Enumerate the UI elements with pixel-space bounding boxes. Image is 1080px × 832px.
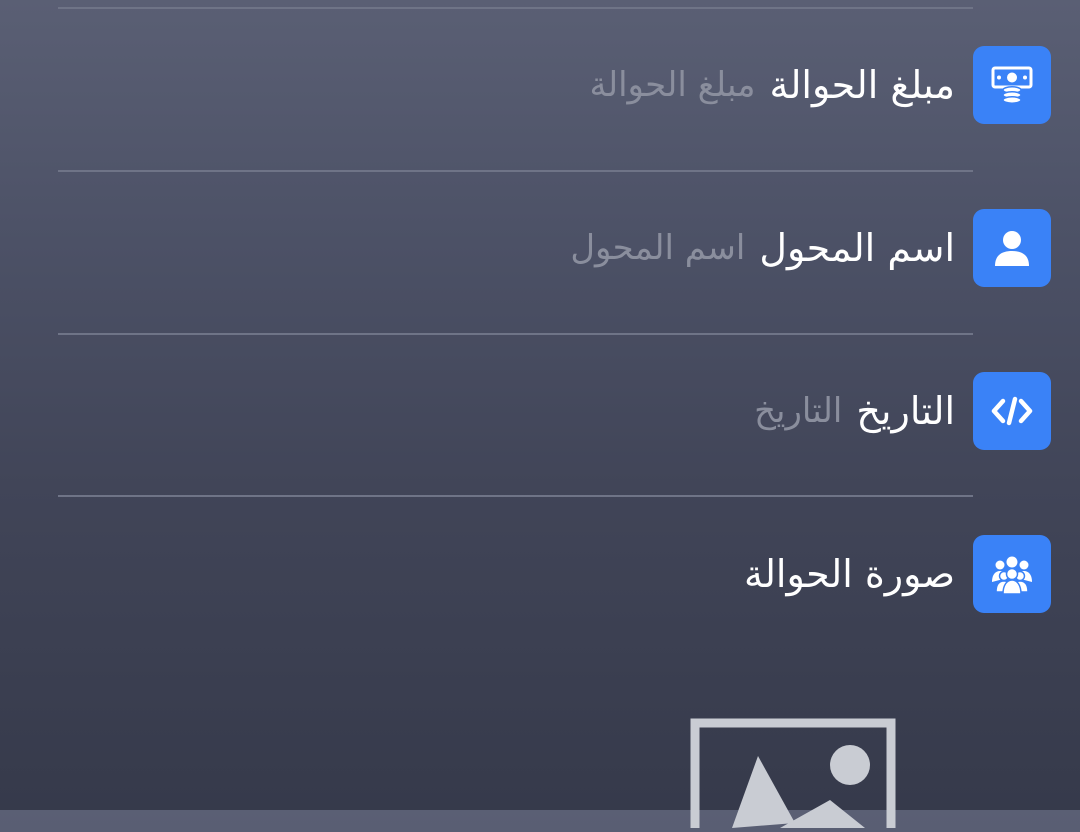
transfer-amount-input[interactable] xyxy=(540,55,756,115)
code-icon xyxy=(973,372,1051,450)
user-icon xyxy=(973,209,1051,287)
image-icon xyxy=(690,718,896,832)
sender-name-field: اسم المحول xyxy=(530,209,955,287)
transfer-amount-row: مبلغ الحوالة xyxy=(58,46,1051,126)
transfer-image-row: صورة الحوالة xyxy=(58,535,1051,615)
date-input[interactable] xyxy=(627,381,843,441)
date-row: التاريخ xyxy=(58,372,1051,452)
sender-name-input[interactable] xyxy=(530,218,746,278)
transfer-image-label: صورة الحوالة xyxy=(743,552,955,596)
divider xyxy=(58,495,973,497)
divider xyxy=(58,333,973,335)
image-upload-button[interactable] xyxy=(690,718,896,832)
date-label: التاريخ xyxy=(856,389,955,433)
money-icon xyxy=(973,46,1051,124)
transfer-amount-label: مبلغ الحوالة xyxy=(769,63,955,107)
date-field: التاريخ xyxy=(627,372,955,450)
sender-name-label: اسم المحول xyxy=(759,226,955,270)
group-icon xyxy=(973,535,1051,613)
transfer-image-field: صورة الحوالة xyxy=(744,535,955,613)
divider xyxy=(58,7,973,9)
sender-name-row: اسم المحول xyxy=(58,209,1051,289)
divider xyxy=(58,170,973,172)
transfer-amount-field: مبلغ الحوالة xyxy=(540,46,955,124)
